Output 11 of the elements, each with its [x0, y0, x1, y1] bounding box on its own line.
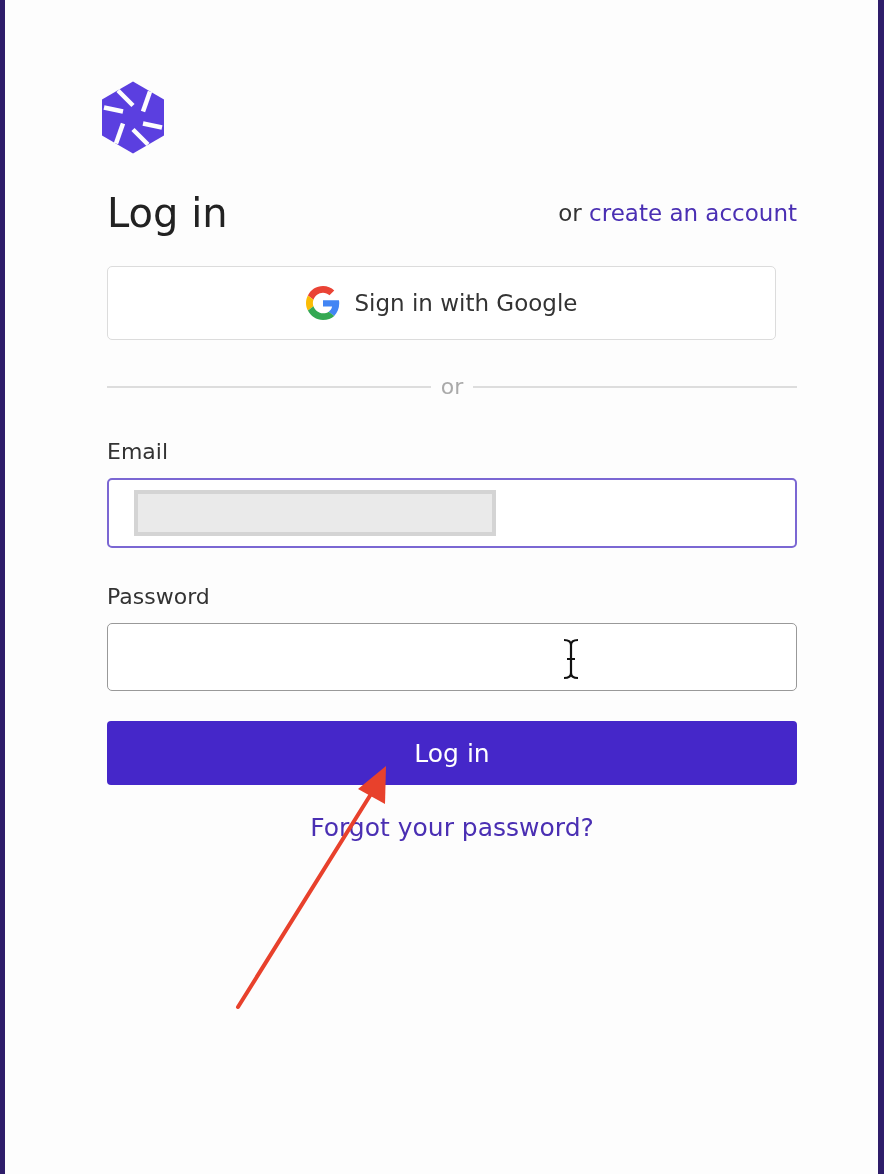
input-field[interactable] [107, 623, 797, 691]
create-account-link[interactable]: create an account [589, 200, 797, 226]
page-heading: Log in [107, 190, 228, 236]
log-in-button[interactable]: Log in [107, 721, 797, 785]
field-label: Password [107, 584, 211, 609]
signup-prefix: or [558, 200, 582, 226]
divider-text: or [440, 374, 464, 399]
field-label: Email [107, 439, 170, 464]
google-sign-in-button[interactable]: Sign in with Google [107, 266, 776, 340]
input-field[interactable] [107, 478, 797, 548]
google-icon [305, 286, 340, 320]
